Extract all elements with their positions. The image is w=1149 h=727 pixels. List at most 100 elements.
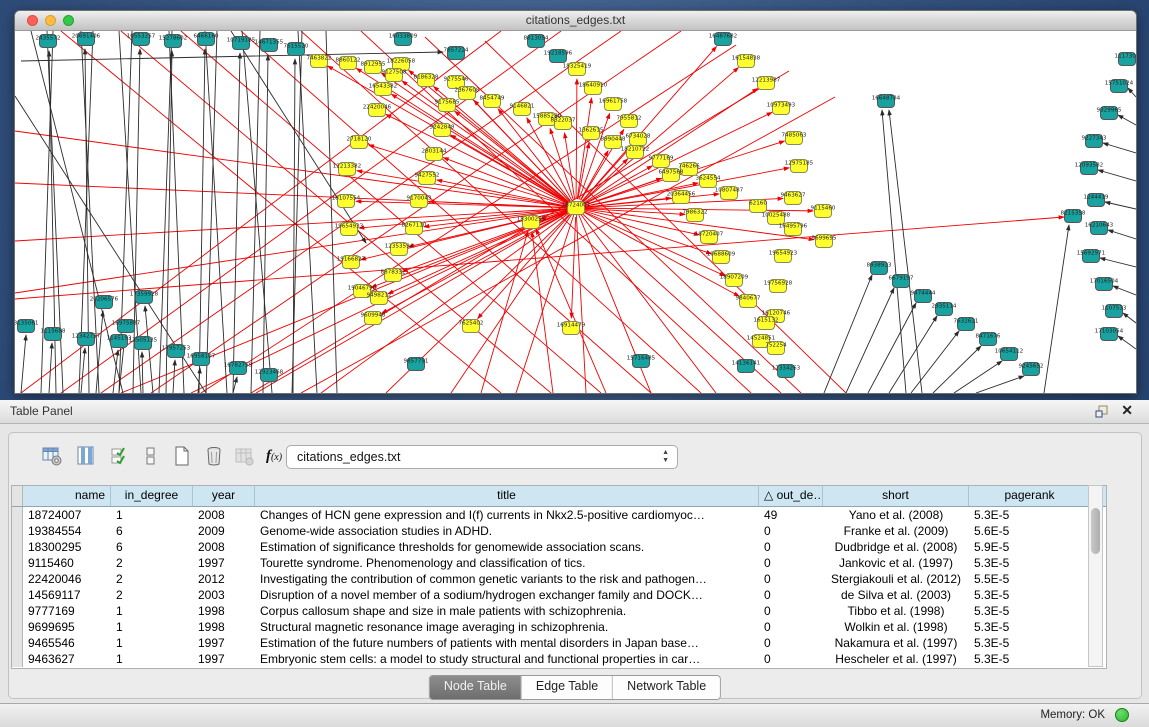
column-visibility-icon[interactable] xyxy=(73,443,99,469)
table-row[interactable]: 1938455462009Genome-wide association stu… xyxy=(12,523,1106,539)
table-cell[interactable]: 5.3E-5 xyxy=(969,507,1091,523)
table-cell[interactable]: 5.3E-5 xyxy=(969,619,1091,635)
table-cell[interactable]: 1 xyxy=(111,651,193,667)
table-cell[interactable]: Genome-wide association studies in ADHD. xyxy=(255,523,759,539)
table-cell[interactable]: 49 xyxy=(759,507,823,523)
table-cell[interactable]: 9115460 xyxy=(23,555,111,571)
table-cell[interactable]: 5.6E-5 xyxy=(969,523,1091,539)
table-cell[interactable]: 2012 xyxy=(193,571,255,587)
table-cell[interactable]: 18300295 xyxy=(23,539,111,555)
table-cell[interactable]: 1 xyxy=(111,635,193,651)
table-cell[interactable]: Dudbridge et al. (2008) xyxy=(823,539,969,555)
select-all-check-icon[interactable] xyxy=(107,443,133,469)
table-cell[interactable]: Embryonic stem cells: a model to study s… xyxy=(255,651,759,667)
table-cell[interactable]: 1 xyxy=(111,619,193,635)
table-source-dropdown[interactable]: citations_edges.txt ▲▼ xyxy=(286,445,678,469)
table-cell[interactable]: Franke et al. (2009) xyxy=(823,523,969,539)
delete-table-icon[interactable] xyxy=(201,443,227,469)
table-cell[interactable]: Disruption of a novel member of a sodium… xyxy=(255,587,759,603)
close-panel-icon[interactable]: ✕ xyxy=(1121,402,1133,419)
table-vertical-scrollbar[interactable] xyxy=(1088,485,1103,667)
table-cell[interactable]: 1 xyxy=(111,507,193,523)
table-cell[interactable]: 5.3E-5 xyxy=(969,603,1091,619)
table-cell[interactable]: 0 xyxy=(759,523,823,539)
table-cell[interactable]: 9699695 xyxy=(23,619,111,635)
table-cell[interactable]: 0 xyxy=(759,635,823,651)
table-cell[interactable]: 2008 xyxy=(193,539,255,555)
table-row[interactable]: 1456911722003Disruption of a novel membe… xyxy=(12,587,1106,603)
table-cell[interactable]: 1997 xyxy=(193,555,255,571)
window-titlebar[interactable]: citations_edges.txt xyxy=(15,11,1136,31)
column-header-in_degree[interactable]: in_degree xyxy=(111,486,193,506)
column-header-short[interactable]: short xyxy=(823,486,969,506)
table-cell[interactable]: Tourette syndrome. Phenomenology and cla… xyxy=(255,555,759,571)
table-cell[interactable]: 22420046 xyxy=(23,571,111,587)
table-cell[interactable]: Nakamura et al. (1997) xyxy=(823,635,969,651)
table-cell[interactable]: 0 xyxy=(759,587,823,603)
column-header-title[interactable]: title xyxy=(255,486,759,506)
table-cell[interactable]: 0 xyxy=(759,555,823,571)
table-cell[interactable]: 1998 xyxy=(193,603,255,619)
table-cell[interactable]: 6 xyxy=(111,539,193,555)
table-cell[interactable]: Hescheler et al. (1997) xyxy=(823,651,969,667)
table-cell[interactable]: 2008 xyxy=(193,507,255,523)
table-cell[interactable]: 5.5E-5 xyxy=(969,571,1091,587)
table-row[interactable]: 2242004622012Investigating the contribut… xyxy=(12,571,1106,587)
table-cell[interactable]: 0 xyxy=(759,571,823,587)
import-table-icon[interactable] xyxy=(231,443,257,469)
table-row[interactable]: 911546021997Tourette syndrome. Phenomeno… xyxy=(12,555,1106,571)
table-cell[interactable]: 1997 xyxy=(193,651,255,667)
table-cell[interactable]: Investigating the contribution of common… xyxy=(255,571,759,587)
tab-network-table[interactable]: Network Table xyxy=(613,676,720,699)
table-cell[interactable]: Estimation of significance thresholds fo… xyxy=(255,539,759,555)
table-cell[interactable]: 0 xyxy=(759,619,823,635)
table-cell[interactable]: Corpus callosum shape and size in male p… xyxy=(255,603,759,619)
function-builder-icon[interactable]: f(x) xyxy=(261,443,287,469)
table-cell[interactable]: 5.3E-5 xyxy=(969,635,1091,651)
table-cell[interactable]: 9465546 xyxy=(23,635,111,651)
table-cell[interactable]: 1 xyxy=(111,603,193,619)
row-height-icon[interactable] xyxy=(137,443,163,469)
tab-edge-table[interactable]: Edge Table xyxy=(522,676,613,699)
table-cell[interactable]: 0 xyxy=(759,539,823,555)
table-cell[interactable]: Stergiakouli et al. (2012) xyxy=(823,571,969,587)
table-row[interactable]: 1830029562008Estimation of significance … xyxy=(12,539,1106,555)
table-cell[interactable]: Structural magnetic resonance image aver… xyxy=(255,619,759,635)
table-settings-icon[interactable] xyxy=(39,443,65,469)
table-cell[interactable]: 5.3E-5 xyxy=(969,587,1091,603)
new-table-icon[interactable] xyxy=(169,443,195,469)
table-cell[interactable]: 1997 xyxy=(193,635,255,651)
table-row[interactable]: 969969511998Structural magnetic resonanc… xyxy=(12,619,1106,635)
table-cell[interactable]: 18724007 xyxy=(23,507,111,523)
table-cell[interactable]: 5.3E-5 xyxy=(969,555,1091,571)
tab-node-table[interactable]: Node Table xyxy=(430,676,522,699)
table-cell[interactable]: 0 xyxy=(759,603,823,619)
table-cell[interactable]: 2 xyxy=(111,555,193,571)
column-header-out_de[interactable]: △ out_de… xyxy=(759,486,823,506)
table-cell[interactable]: 1998 xyxy=(193,619,255,635)
table-cell[interactable]: 2009 xyxy=(193,523,255,539)
table-cell[interactable]: 6 xyxy=(111,523,193,539)
table-row[interactable]: 1872400712008Changes of HCN gene express… xyxy=(12,507,1106,523)
table-cell[interactable]: 19384554 xyxy=(23,523,111,539)
table-cell[interactable]: 5.9E-5 xyxy=(969,539,1091,555)
table-cell[interactable]: 9777169 xyxy=(23,603,111,619)
table-cell[interactable]: 2003 xyxy=(193,587,255,603)
table-cell[interactable]: 0 xyxy=(759,651,823,667)
table-cell[interactable]: 2 xyxy=(111,587,193,603)
table-cell[interactable]: Estimation of the future numbers of pati… xyxy=(255,635,759,651)
table-cell[interactable]: Yano et al. (2008) xyxy=(823,507,969,523)
table-cell[interactable]: Tibbo et al. (1998) xyxy=(823,603,969,619)
network-canvas[interactable]: 1872400718300295886012274638228912955182… xyxy=(15,31,1136,393)
float-panel-icon[interactable] xyxy=(1095,405,1109,418)
table-row[interactable]: 946554611997Estimation of the future num… xyxy=(12,635,1106,651)
table-cell[interactable]: Changes of HCN gene expression and I(f) … xyxy=(255,507,759,523)
column-header-pagerank[interactable]: pagerank xyxy=(969,486,1091,506)
table-cell[interactable]: 9463627 xyxy=(23,651,111,667)
table-cell[interactable]: 14569117 xyxy=(23,587,111,603)
table-row[interactable]: 977716911998Corpus callosum shape and si… xyxy=(12,603,1106,619)
table-cell[interactable]: 2 xyxy=(111,571,193,587)
table-cell[interactable]: Wolkin et al. (1998) xyxy=(823,619,969,635)
table-cell[interactable]: 5.3E-5 xyxy=(969,651,1091,667)
table-row[interactable]: 946362711997Embryonic stem cells: a mode… xyxy=(12,651,1106,667)
